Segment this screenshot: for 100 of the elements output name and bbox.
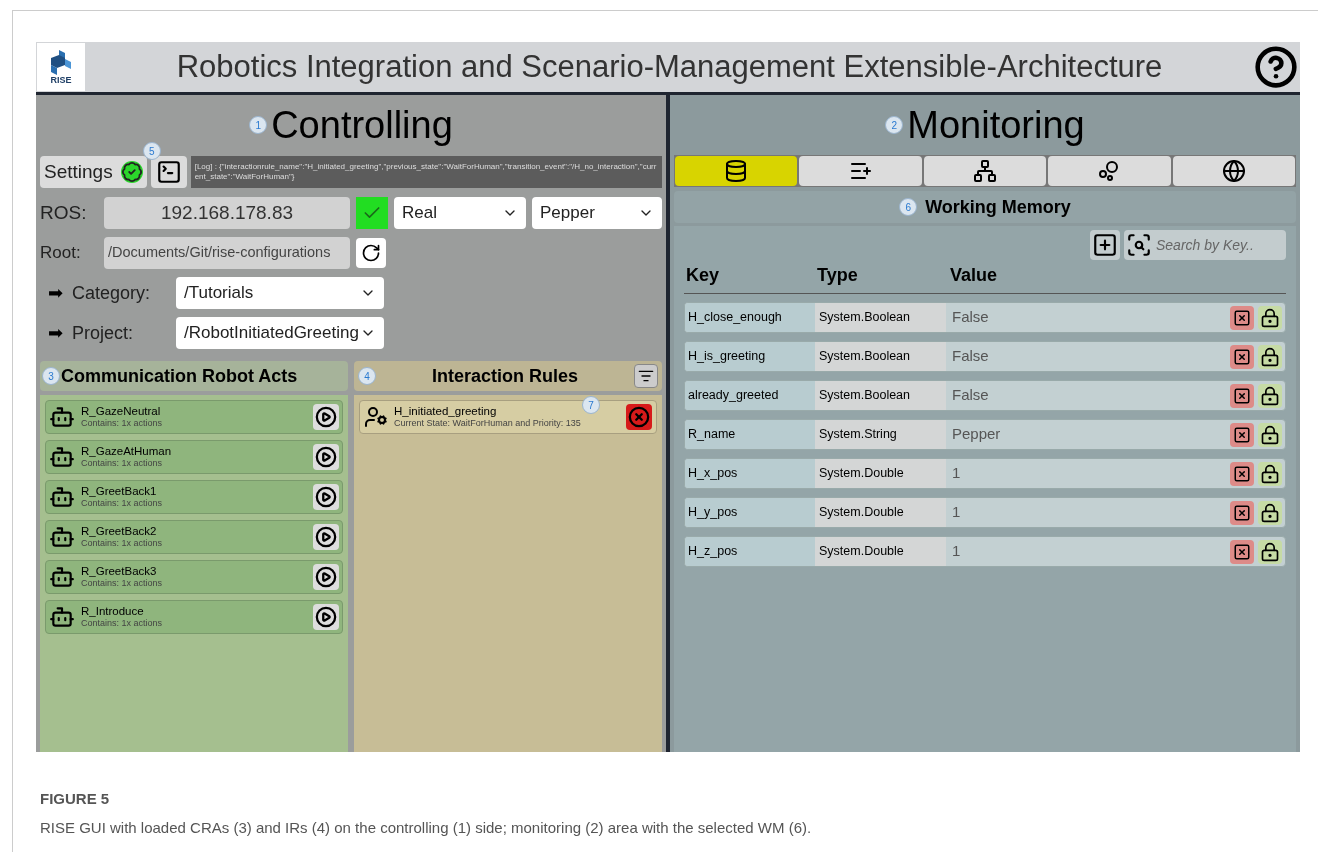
field-label: Category: — [72, 281, 152, 305]
item-detail: Contains: 1x actions — [81, 577, 164, 589]
item-title: R_GazeAtHuman — [81, 445, 173, 457]
number-badge: 5 — [142, 142, 161, 160]
filter-icon[interactable] — [634, 364, 658, 388]
value-cell[interactable]: False — [946, 303, 1230, 332]
delete-button[interactable] — [1230, 500, 1254, 525]
value-cell[interactable]: Pepper — [946, 420, 1230, 449]
item-detail: Current State: WaitForHuman and Priority: 135 — [394, 417, 581, 429]
search-icon — [1126, 232, 1152, 258]
delete-button[interactable] — [1230, 461, 1254, 486]
item-title: R_Introduce — [81, 605, 145, 617]
type-cell: System.String — [815, 420, 946, 449]
connect-button[interactable] — [356, 197, 388, 229]
robot-dropdown[interactable]: Pepper — [532, 197, 662, 229]
tab[interactable] — [923, 156, 1047, 186]
type-cell: System.Boolean — [815, 381, 946, 410]
ip-field[interactable]: 192.168.178.83 — [104, 197, 350, 229]
globe-icon — [1221, 159, 1246, 183]
tab[interactable] — [1172, 156, 1296, 186]
logo-text: RISE — [50, 75, 72, 85]
value-cell[interactable]: 1 — [946, 498, 1230, 527]
project-dropdown[interactable]: /RobotInitiatedGreeting — [176, 317, 384, 349]
play-button[interactable] — [313, 564, 339, 590]
tab[interactable] — [675, 156, 798, 186]
panel-title: Working Memory — [925, 195, 1071, 219]
settings-button[interactable]: Settings — [40, 156, 147, 188]
robot-act-item[interactable]: R_Introduce Contains: 1x actions — [45, 600, 343, 634]
lock-button[interactable] — [1258, 305, 1282, 330]
play-button[interactable] — [313, 444, 339, 470]
robot-act-item[interactable]: R_GazeAtHuman Contains: 1x actions — [45, 440, 343, 474]
play-button[interactable] — [313, 404, 339, 430]
value-cell[interactable]: False — [946, 342, 1230, 371]
database-icon — [724, 159, 749, 183]
lock-button[interactable] — [1258, 383, 1282, 408]
figure-label: FIGURE 5 — [40, 789, 111, 809]
path-field[interactable]: /Documents/Git/rise-configurations — [104, 237, 350, 269]
lock-button[interactable] — [1258, 539, 1282, 564]
robot-act-item[interactable]: R_GreetBack3 Contains: 1x actions — [45, 560, 343, 594]
type-cell: System.Boolean — [815, 342, 946, 371]
arrow-glyph: ➡ — [48, 281, 64, 305]
terminal-button[interactable] — [150, 156, 187, 188]
type-cell: System.Double — [815, 459, 946, 488]
robot-icon — [49, 444, 75, 470]
column-header: Value — [950, 264, 998, 287]
log-text: [Log] : {"interactionrule_name":"H_initiated_greeting","previous_state":"WaitForHuman","transition_event":"/H_no_interaction","current_state":"WaitForHuman"} — [194, 162, 658, 182]
value-cell[interactable]: 1 — [946, 459, 1230, 488]
hierarchy-icon — [973, 159, 997, 183]
item-title: R_GazeNeutral — [81, 405, 162, 417]
type-cell: System.Double — [815, 498, 946, 527]
search-field[interactable]: Search by Key.. — [1124, 230, 1286, 260]
field-label: Root: — [40, 242, 82, 265]
item-detail: Contains: 1x actions — [81, 497, 164, 509]
category-dropdown[interactable]: /Tutorials — [176, 277, 384, 309]
item-detail: Contains: 1x actions — [81, 457, 164, 469]
remove-button[interactable] — [626, 404, 652, 430]
add-button[interactable] — [1090, 230, 1120, 260]
lock-button[interactable] — [1258, 500, 1282, 525]
tab[interactable] — [799, 156, 922, 186]
robot-act-item[interactable]: R_GazeNeutral Contains: 1x actions — [45, 400, 343, 434]
delete-button[interactable] — [1230, 422, 1254, 447]
number-badge: 4 — [358, 367, 376, 385]
mode-dropdown[interactable]: Real — [394, 197, 526, 229]
lock-button[interactable] — [1258, 344, 1282, 369]
delete-button[interactable] — [1230, 383, 1254, 408]
value-cell[interactable]: False — [946, 381, 1230, 410]
lock-button[interactable] — [1258, 461, 1282, 486]
robot-icon — [49, 524, 75, 550]
play-button[interactable] — [313, 524, 339, 550]
key-cell: H_is_greeting — [685, 342, 815, 371]
item-detail: Contains: 1x actions — [81, 537, 164, 549]
key-cell: H_x_pos — [685, 459, 815, 488]
robot-act-item[interactable]: R_GreetBack2 Contains: 1x actions — [45, 520, 343, 554]
tab[interactable] — [1048, 156, 1171, 186]
app-title: Robotics Integration and Scenario-Management Extensible-Architecture — [175, 47, 1164, 86]
type-cell: System.Double — [815, 537, 946, 566]
help-icon[interactable] — [1254, 45, 1298, 89]
key-cell: R_name — [685, 420, 815, 449]
type-cell: System.Boolean — [815, 303, 946, 332]
user-gear-icon — [364, 405, 388, 429]
lock-button[interactable] — [1258, 422, 1282, 447]
delete-button[interactable] — [1230, 539, 1254, 564]
number-badge: 1 — [249, 116, 268, 134]
item-title: H_initiated_greeting — [394, 405, 497, 417]
item-title: R_GreetBack2 — [81, 525, 158, 537]
value-cell[interactable]: 1 — [946, 537, 1230, 566]
robot-icon — [49, 564, 75, 590]
number-badge: 6 — [899, 198, 918, 216]
delete-button[interactable] — [1230, 344, 1254, 369]
robot-act-item[interactable]: R_GreetBack1 Contains: 1x actions — [45, 480, 343, 514]
delete-button[interactable] — [1230, 305, 1254, 330]
key-cell: H_close_enough — [685, 303, 815, 332]
section-title: Controlling — [271, 102, 453, 148]
panel-title: Interaction Rules — [431, 364, 579, 388]
figure-caption: RISE GUI with loaded CRAs (3) and IRs (4) on the controlling (1) side; monitoring (2) area with the selected WM (6). — [40, 817, 812, 838]
number-badge: 7 — [582, 396, 600, 414]
refresh-icon[interactable] — [356, 238, 386, 268]
play-button[interactable] — [313, 604, 339, 630]
play-button[interactable] — [313, 484, 339, 510]
item-title: R_GreetBack1 — [81, 485, 158, 497]
